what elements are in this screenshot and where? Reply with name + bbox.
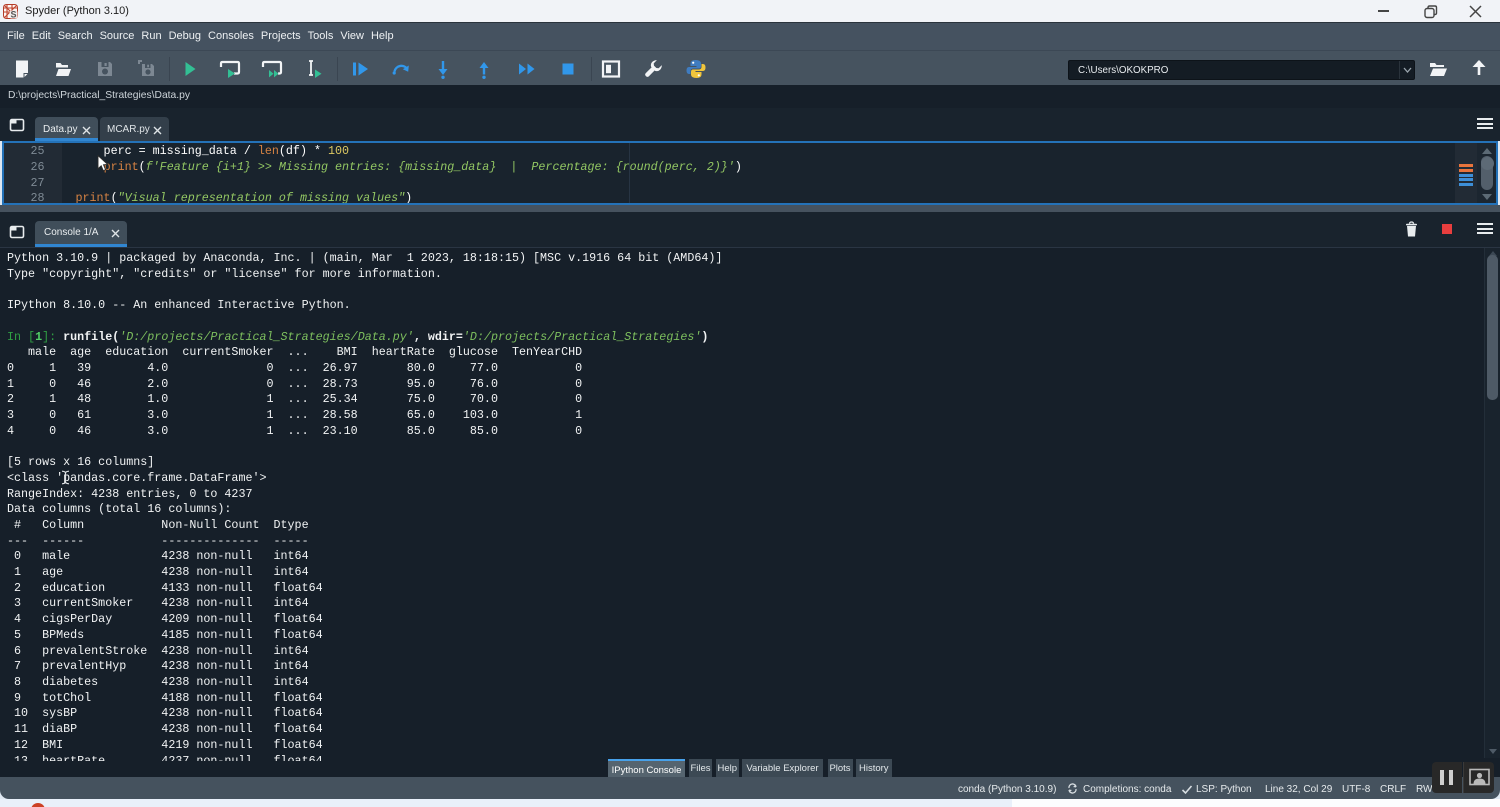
svg-text:S: S [10,9,16,19]
